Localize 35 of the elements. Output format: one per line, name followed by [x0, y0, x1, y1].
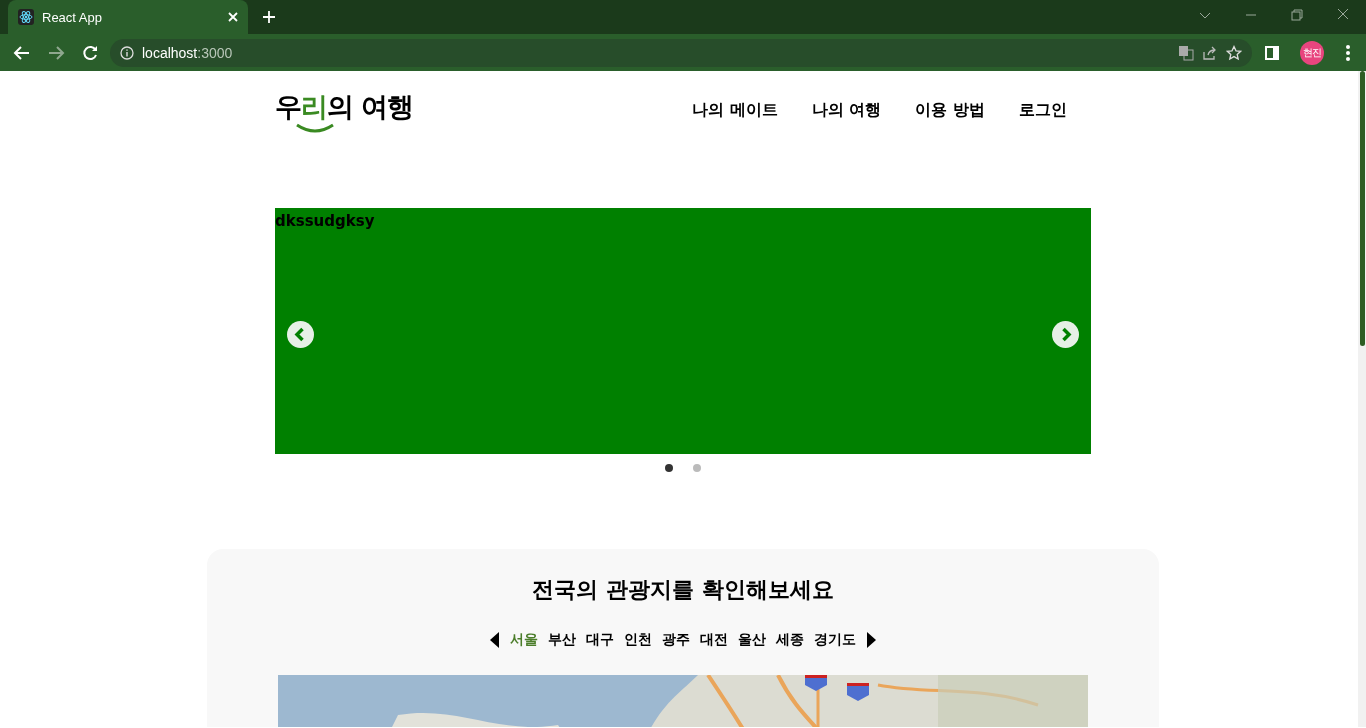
info-icon [120, 45, 134, 60]
atom-icon [18, 9, 34, 25]
scrollbar-thumb[interactable] [1360, 71, 1365, 346]
section-title: 전국의 관광지를 확인해보세요 [531, 576, 835, 604]
new-tab-icon[interactable] [262, 10, 276, 24]
region-tab[interactable]: 인천 [624, 631, 652, 649]
region-tab[interactable]: 서울 [510, 631, 538, 649]
previous-icon[interactable] [287, 321, 314, 348]
region-tab[interactable]: 대전 [700, 631, 728, 649]
address-bar[interactable]: localhost:3000 [110, 38, 1252, 67]
region-tab[interactable]: 세종 [776, 631, 804, 649]
carousel-dot[interactable] [693, 464, 701, 472]
nav-link[interactable]: 이용 방법 [915, 99, 985, 121]
region-tab[interactable]: 대구 [586, 631, 614, 649]
url-text: localhost:3000 [142, 44, 233, 61]
carousel-dot[interactable] [665, 464, 673, 472]
next-icon[interactable] [1052, 321, 1079, 348]
browser-tab[interactable]: React App [8, 0, 248, 34]
nav-link[interactable]: 나의 여행 [811, 99, 882, 121]
region-tab[interactable]: 부산 [548, 631, 576, 649]
triangle-left-icon[interactable] [490, 632, 500, 648]
logo[interactable]: 우리의 여행 [275, 89, 414, 131]
tab-title: React App [42, 9, 103, 25]
star-icon[interactable] [1226, 44, 1242, 61]
slide-text: dkssudgksy [275, 212, 375, 230]
nav-link[interactable]: 나의 메이트 [692, 99, 778, 121]
region-tab[interactable]: 경기도 [814, 631, 856, 649]
translate-icon[interactable] [1178, 44, 1194, 61]
triangle-right-icon[interactable] [866, 632, 876, 648]
close-icon[interactable] [228, 12, 238, 22]
region-tab[interactable]: 울산 [738, 631, 766, 649]
profile-avatar[interactable]: 현진 [1300, 40, 1324, 65]
share-icon[interactable] [1202, 44, 1218, 61]
region-tab[interactable]: 광주 [662, 631, 690, 649]
nav-link[interactable]: 로그인 [1019, 99, 1067, 121]
